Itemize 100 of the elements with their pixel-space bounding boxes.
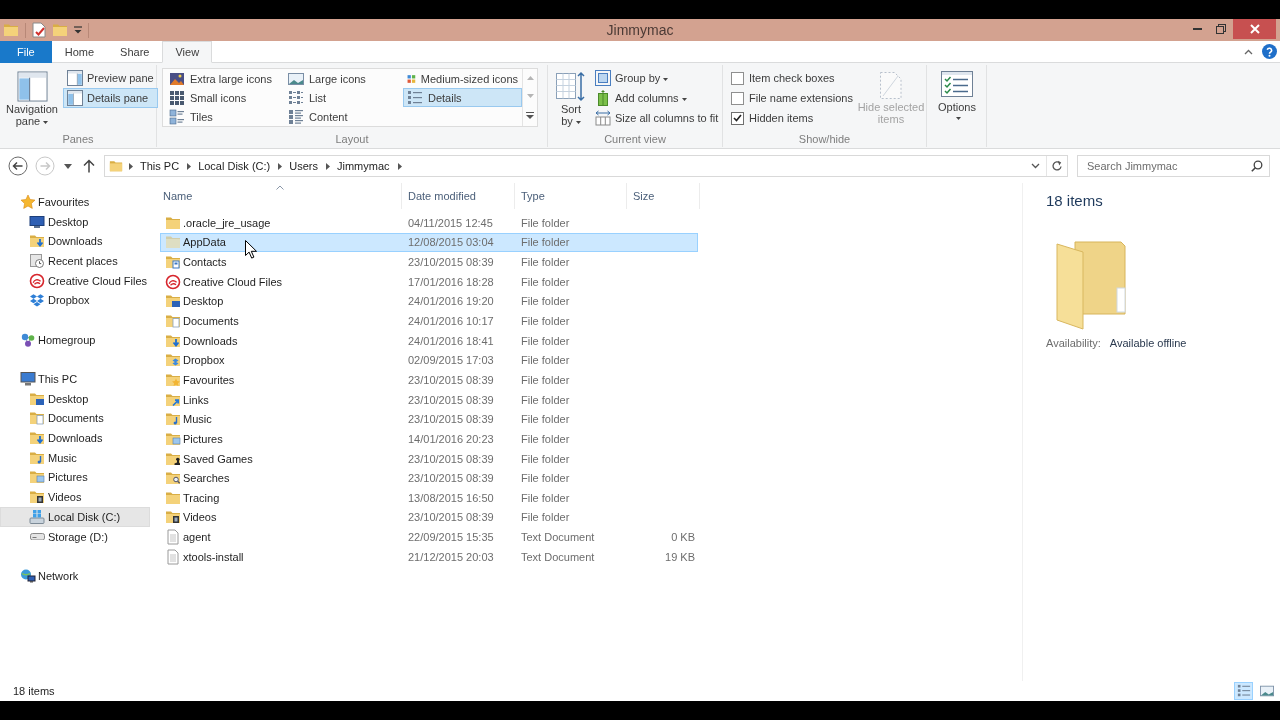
file-row[interactable]: agent 22/09/2015 15:35 Text Document 0 KB (160, 527, 698, 547)
nav-item[interactable]: Music (0, 447, 150, 468)
nav-item[interactable]: This PC (0, 369, 150, 389)
nav-item[interactable]: Recent places (0, 251, 150, 271)
nav-item[interactable]: Documents (0, 408, 150, 429)
chevron-down-icon[interactable] (1031, 163, 1040, 169)
address-bar[interactable]: This PC Local Disk (C:) Users Jimmymac (104, 155, 1068, 177)
computer-icon (20, 371, 36, 388)
breadcrumb[interactable]: Users (286, 156, 321, 176)
chevron-right-icon[interactable] (129, 162, 133, 170)
refresh-icon[interactable] (1051, 160, 1063, 172)
arrow-up-icon[interactable] (83, 159, 95, 173)
help-icon[interactable] (1262, 44, 1277, 59)
checkbox-label[interactable]: Item check boxes (749, 72, 835, 84)
nav-item[interactable]: Desktop (0, 211, 150, 232)
file-row[interactable]: Searches 23/10/2015 08:39 File folder (160, 468, 698, 488)
chevron-right-icon[interactable] (187, 162, 192, 170)
checkbox[interactable] (731, 91, 744, 105)
restore-icon[interactable] (1216, 24, 1226, 34)
file-row[interactable]: xtools-install 21/12/2015 20:03 Text Document 19 KB (160, 546, 698, 567)
nav-item[interactable]: Dropbox (0, 290, 150, 311)
layout-option[interactable]: Small icons (165, 88, 284, 107)
pane-toggle-button[interactable]: Details pane (63, 88, 158, 108)
dropdown-icon[interactable] (74, 26, 82, 34)
date-modified: 23/10/2015 08:39 (408, 393, 494, 406)
layout-option[interactable]: Extra large icons (165, 69, 284, 88)
mouse-pointer-icon (245, 240, 257, 259)
column-header[interactable]: Type (515, 183, 627, 209)
checkbox[interactable] (731, 71, 744, 85)
nav-item[interactable]: Pictures (0, 467, 150, 488)
picture-folder-icon (29, 469, 45, 486)
back-icon[interactable] (8, 156, 28, 176)
options-button[interactable]: Options (930, 68, 984, 120)
chevron-right-icon[interactable] (397, 162, 402, 170)
more-icon[interactable] (526, 112, 534, 119)
file-row[interactable]: Pictures 14/01/2016 20:23 File folder (160, 429, 698, 449)
pane-toggle-button[interactable]: Preview pane (63, 68, 158, 88)
caret-icon[interactable] (64, 163, 72, 169)
box-logo-folder-icon (165, 352, 181, 369)
ribbon-tab[interactable]: Share (107, 41, 163, 63)
date-modified: 13/08/2015 16:50 (408, 491, 494, 504)
ribbon-tab[interactable]: Home (51, 41, 108, 63)
nav-item[interactable]: Storage (D:) (0, 526, 150, 547)
breadcrumb[interactable]: This PC (137, 156, 183, 176)
file-row[interactable]: Documents 24/01/2016 10:17 File folder (160, 311, 698, 331)
search-field[interactable]: Search Jimmymac (1077, 155, 1270, 177)
nav-item[interactable]: Downloads (0, 428, 150, 448)
file-row[interactable]: Music 23/10/2015 08:39 File folder (160, 409, 698, 430)
close-button[interactable] (1233, 19, 1276, 39)
checkbox-label[interactable]: File name extensions (749, 92, 853, 104)
nav-item[interactable]: Desktop (0, 388, 150, 409)
layout-option[interactable]: Large icons (284, 69, 403, 88)
checkbox[interactable] (731, 111, 744, 125)
file-row[interactable]: Saved Games 23/10/2015 08:39 File folder (160, 448, 698, 469)
file-row[interactable]: Contacts 23/10/2015 08:39 File folder (160, 252, 698, 272)
details-view-icon (1236, 684, 1251, 698)
file-row[interactable]: Links 23/10/2015 08:39 File folder (160, 389, 698, 410)
view-command-button[interactable]: Group by (591, 68, 723, 88)
file-row[interactable]: Downloads 24/01/2016 18:41 File folder (160, 330, 698, 351)
nav-item[interactable]: Favourites (0, 192, 150, 212)
nav-item[interactable]: Downloads (0, 231, 150, 252)
sort-by-button[interactable]: Sort by (553, 68, 589, 127)
chevron-up-icon[interactable] (1244, 48, 1253, 55)
file-row[interactable]: Dropbox 02/09/2015 17:03 File folder (160, 350, 698, 371)
nav-item[interactable]: Homegroup (0, 329, 150, 350)
search-icon[interactable] (1251, 160, 1263, 172)
date-modified: 23/10/2015 08:39 (408, 413, 494, 426)
view-command-button[interactable]: Size all columns to fit (591, 108, 723, 128)
file-row[interactable]: Creative Cloud Files 17/01/2016 18:28 File folder (160, 271, 698, 292)
layout-option[interactable]: Tiles (165, 107, 284, 126)
file-row[interactable]: Desktop 24/01/2016 19:20 File folder (160, 291, 698, 312)
layout-option[interactable]: Details (403, 88, 522, 107)
minimize-icon[interactable] (1192, 28, 1202, 30)
navigation-pane-button[interactable]: Navigation pane (3, 68, 61, 127)
chevron-right-icon[interactable] (278, 162, 283, 170)
nav-item[interactable]: Local Disk (C:) (0, 507, 150, 527)
file-row[interactable]: Favourites 23/10/2015 08:39 File folder (160, 370, 698, 390)
layout-option[interactable]: List (284, 88, 403, 107)
chevron-right-icon[interactable] (326, 162, 330, 170)
file-name: Music (183, 413, 212, 426)
view-toggle-button[interactable] (1234, 682, 1253, 700)
view-command-button[interactable]: Add columns (591, 88, 723, 108)
column-header[interactable]: Name (160, 183, 402, 209)
file-row[interactable]: AppData 12/08/2015 03:04 File folder (160, 232, 698, 253)
nav-item[interactable]: Creative Cloud Files (0, 270, 150, 291)
ribbon-tab[interactable]: View (162, 41, 213, 63)
ribbon-tab[interactable]: File (0, 41, 52, 63)
file-row[interactable]: Videos 23/10/2015 08:39 File folder (160, 507, 698, 528)
file-row[interactable]: .oracle_jre_usage 04/11/2015 12:45 File folder (160, 213, 698, 233)
page-check-icon[interactable] (32, 22, 46, 38)
layout-option[interactable]: Medium-sized icons (403, 69, 522, 88)
nav-item[interactable]: Network (0, 566, 150, 586)
column-header[interactable]: Size (627, 183, 700, 209)
nav-item[interactable]: Videos (0, 487, 150, 507)
column-header[interactable]: Date modified (402, 183, 515, 209)
checkbox-label[interactable]: Hidden items (749, 112, 814, 124)
layout-option[interactable]: Content (284, 107, 403, 126)
breadcrumb[interactable]: Local Disk (C:) (195, 156, 274, 176)
file-row[interactable]: Tracing 13/08/2015 16:50 File folder (160, 487, 698, 508)
breadcrumb[interactable]: Jimmymac (334, 156, 393, 176)
